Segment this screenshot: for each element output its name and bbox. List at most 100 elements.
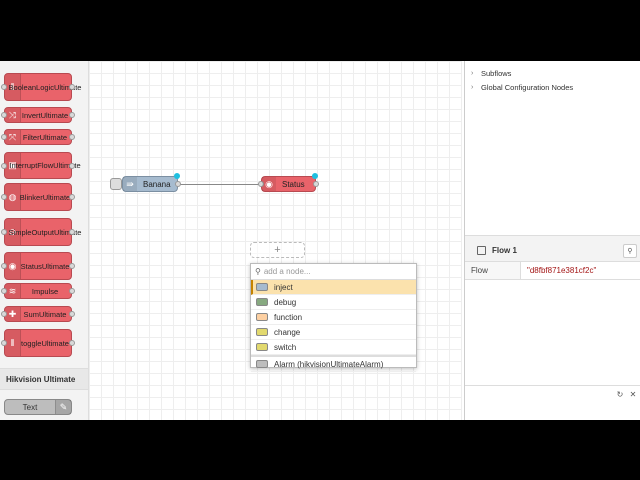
quick-add-item-switch[interactable]: switch (251, 340, 416, 355)
refresh-icon[interactable]: ↻ (615, 389, 625, 399)
palette-node-label: toggleUltimate (21, 338, 69, 348)
palette-node-label: FilterUltimate (22, 132, 68, 142)
node-drop-placeholder: + (250, 242, 305, 258)
palette-node-blinkerultimate[interactable]: ◍ BlinkerUltimate (1, 183, 75, 211)
tree-item-subflows[interactable]: › Subflows (471, 69, 511, 78)
palette-node-label: InterruptFlowUltimate (9, 161, 81, 170)
palette-node-label: StatusUltimate (20, 261, 70, 271)
palette-node-label: BooleanLogicUltimate (8, 82, 82, 92)
node-red-editor: ⫴ BooleanLogicUltimate ⤨ InvertUltimate ⤧ Fil… (0, 61, 640, 420)
palette-node-label: Impulse (31, 286, 59, 296)
node-swatch-icon (256, 298, 268, 306)
palette-node-invertultimate[interactable]: ⤨ InvertUltimate (1, 107, 75, 123)
quick-add-item-label: inject (274, 282, 293, 292)
palette-node-filterultimate[interactable]: ⤧ FilterUltimate (1, 129, 75, 145)
wifi-icon: ≋ (5, 284, 21, 298)
quick-add-item-label: Alarm (hikvisionUltimateAlarm) (274, 359, 384, 369)
output-port[interactable] (313, 181, 319, 187)
palette-node-interruptflowultimate[interactable]: ▣ InterruptFlowUltimate (1, 152, 81, 179)
output-port (69, 112, 75, 118)
palette-node-simpleoutputultimate[interactable]: ⊖ SimpleOutputUltimate (1, 218, 82, 246)
quick-add-dialog[interactable]: ⚲ add a node... inject debug function chang… (250, 263, 417, 372)
quick-add-search[interactable]: ⚲ add a node... (251, 264, 416, 280)
palette-node-toggleultimate[interactable]: ⫴ toggleUltimate (1, 329, 75, 357)
node-palette[interactable]: ⫴ BooleanLogicUltimate ⤨ InvertUltimate ⤧ Fil… (0, 61, 89, 420)
node-swatch-icon (256, 328, 268, 336)
palette-node-label: SumUltimate (23, 309, 67, 319)
flow-node-label: Status (282, 179, 305, 189)
edit-icon: ✎ (55, 400, 71, 414)
input-port (1, 229, 7, 235)
palette-node-sumultimate[interactable]: ✚ SumUltimate (1, 306, 75, 322)
output-port (69, 84, 75, 90)
flow-node-status[interactable]: ◉ Status (258, 173, 319, 192)
palette-node-impulse[interactable]: ≋ Impulse (1, 283, 75, 299)
search-icon[interactable]: ⚲ (623, 243, 637, 258)
node-swatch-icon (256, 360, 268, 368)
info-title: Flow 1 (492, 246, 517, 255)
quick-add-item-inject[interactable]: inject (251, 280, 416, 295)
quick-add-item-label: switch (274, 342, 297, 352)
output-port (69, 134, 75, 140)
eye-icon: ◉ (262, 177, 276, 191)
input-port (1, 112, 7, 118)
palette-node-text[interactable]: Text ✎ (4, 399, 72, 415)
input-port (1, 84, 7, 90)
output-port (69, 288, 75, 294)
help-toolbar: ↻ ✕ (465, 385, 640, 402)
node-swatch-icon (256, 343, 268, 351)
output-port (69, 340, 75, 346)
quick-add-item-alarm[interactable]: Alarm (hikvisionUltimateAlarm) (251, 357, 416, 372)
palette-node-label: BlinkerUltimate (19, 192, 71, 202)
flow-wire[interactable] (179, 184, 261, 185)
input-port (1, 162, 7, 169)
arrow-right-icon: ⇛ (123, 177, 137, 191)
quick-add-item-function[interactable]: function (251, 310, 416, 325)
flow-node-banana[interactable]: ⇛ Banana (122, 173, 181, 192)
shuffle-icon: ⤨ (5, 108, 21, 122)
palette-node-statusultimate[interactable]: ◉ StatusUltimate (1, 252, 75, 280)
output-port (69, 194, 75, 200)
quick-add-item-label: function (274, 312, 303, 322)
input-port (1, 134, 7, 140)
palette-node-booleanlogicultimate[interactable]: ⫴ BooleanLogicUltimate (1, 73, 82, 101)
output-port (69, 162, 75, 169)
tree-item-label: Subflows (481, 69, 512, 78)
flow-workspace[interactable]: ⇛ Banana ◉ Status + ⚲ add a node... inje… (89, 61, 462, 420)
close-icon[interactable]: ✕ (628, 389, 638, 399)
changed-indicator (312, 173, 318, 179)
search-placeholder: add a node... (263, 267, 311, 276)
palette-node-label: SimpleOutputUltimate (8, 227, 82, 237)
node-swatch-icon (256, 283, 268, 291)
input-port (1, 340, 7, 346)
sidebar: › Subflows › Global Configuration Nodes … (464, 61, 640, 420)
info-header: Flow 1 ⚲ (465, 240, 640, 262)
output-port (69, 229, 75, 235)
inject-trigger-button[interactable] (110, 178, 122, 190)
sliders-icon: ⫴ (5, 330, 21, 356)
output-port[interactable] (175, 181, 181, 187)
plus-icon: ✚ (5, 307, 21, 321)
changed-indicator (174, 173, 180, 179)
split-icon: ⤧ (5, 130, 21, 144)
quick-add-item-label: change (274, 327, 301, 337)
tree-item-global-config[interactable]: › Global Configuration Nodes (471, 83, 573, 92)
property-key: Flow (465, 262, 521, 279)
search-icon: ⚲ (255, 267, 261, 276)
eye-icon: ◉ (5, 253, 21, 279)
input-port (1, 194, 7, 200)
chevron-right-icon[interactable]: › (471, 70, 481, 77)
quick-add-item-change[interactable]: change (251, 325, 416, 340)
lamp-icon: ◍ (5, 184, 21, 210)
palette-category-header[interactable]: Hikvision Ultimate (0, 368, 88, 390)
node-swatch-icon (256, 313, 268, 321)
quick-add-item-debug[interactable]: debug (251, 295, 416, 310)
chevron-right-icon[interactable]: › (471, 84, 481, 91)
flow-icon (477, 246, 486, 255)
tree-item-label: Global Configuration Nodes (481, 83, 574, 92)
input-port (1, 263, 7, 269)
palette-node-label: InvertUltimate (21, 110, 69, 120)
input-port (1, 311, 7, 317)
property-value: "d8fbf871e381cf2c" (527, 266, 597, 275)
palette-node-label: Text (22, 402, 38, 412)
